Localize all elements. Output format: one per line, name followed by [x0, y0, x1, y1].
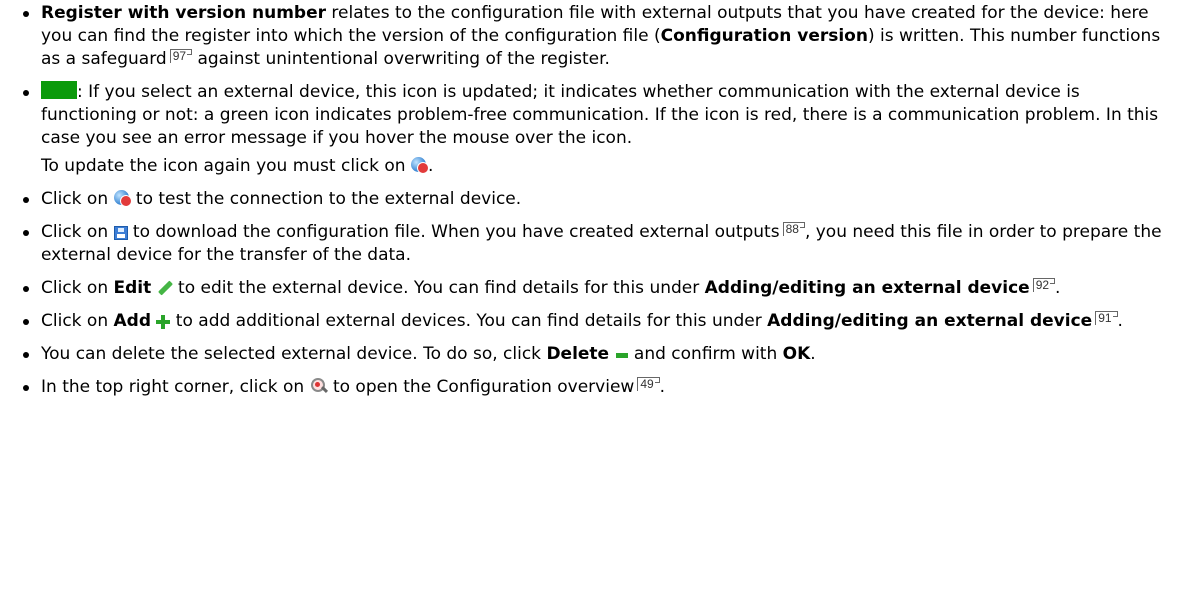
page-reference-link[interactable]: 91 — [1095, 311, 1118, 325]
item-text: . — [659, 377, 666, 397]
magnifier-icon[interactable] — [310, 377, 328, 395]
list-item-register-version: Register with version number relates to … — [22, 2, 1166, 71]
item-text: . — [810, 344, 816, 364]
term-adding-editing: Adding/editing an external device — [704, 278, 1030, 298]
item-text: To update the icon again you must click … — [41, 156, 411, 176]
page-reference-link[interactable]: 92 — [1032, 278, 1056, 292]
item-text: to test the connection to the external d… — [130, 189, 522, 209]
item-text: You can delete the selected external dev… — [41, 344, 547, 364]
page-reference-link[interactable]: 49 — [637, 377, 661, 391]
item-text: against unintentional overwriting of the… — [192, 49, 610, 69]
item-text: . — [1117, 311, 1123, 331]
plus-icon[interactable] — [156, 315, 171, 329]
green-status-icon — [41, 81, 77, 99]
test-connection-icon[interactable] — [410, 157, 429, 174]
term-adding-editing: Adding/editing an external device — [767, 311, 1093, 331]
help-document: Register with version number relates to … — [0, 0, 1180, 399]
item-text: Click on — [41, 222, 114, 242]
item-text: and confirm with — [628, 344, 783, 364]
list-item-overview: In the top right corner, click on to ope… — [22, 376, 1166, 399]
item-text: In the top right corner, click on — [41, 377, 310, 397]
item-text: Click on — [41, 311, 114, 331]
term-edit: Edit — [113, 278, 152, 298]
item-text: : If you select an external device, this… — [41, 82, 1159, 148]
item-subline: To update the icon again you must click … — [41, 155, 1166, 178]
list-item-status-icon: : If you select an external device, this… — [22, 81, 1166, 178]
list-item-edit: Click on Edit to edit the external devic… — [22, 277, 1166, 300]
list-item-delete: You can delete the selected external dev… — [22, 343, 1166, 366]
item-text: to open the Configuration overview — [327, 377, 635, 397]
page-reference-link[interactable]: 88 — [782, 222, 806, 236]
page-reference-link[interactable]: 97 — [169, 49, 193, 63]
item-text: to edit the external device. You can fin… — [172, 278, 705, 298]
list-item-add: Click on Add to add additional external … — [22, 310, 1166, 333]
term-register-version: Register with version number — [41, 3, 327, 23]
minus-icon[interactable] — [615, 348, 629, 362]
item-text: to download the configuration file. When… — [127, 222, 780, 242]
item-text: to add additional external devices. You … — [170, 311, 768, 331]
term-configuration-version: Configuration version — [660, 26, 868, 46]
term-add: Add — [113, 311, 152, 331]
pencil-icon[interactable] — [157, 280, 173, 296]
term-delete: Delete — [546, 344, 610, 364]
floppy-disk-icon[interactable] — [113, 226, 128, 240]
term-ok: OK — [782, 344, 811, 364]
item-text: Click on — [41, 278, 114, 298]
item-text: . — [1055, 278, 1061, 298]
bullet-list: Register with version number relates to … — [22, 2, 1166, 399]
test-connection-icon[interactable] — [113, 190, 132, 207]
list-item-test-connection: Click on to test the connection to the e… — [22, 188, 1166, 211]
list-item-download: Click on to download the configuration f… — [22, 221, 1166, 267]
item-text: Click on — [41, 189, 114, 209]
